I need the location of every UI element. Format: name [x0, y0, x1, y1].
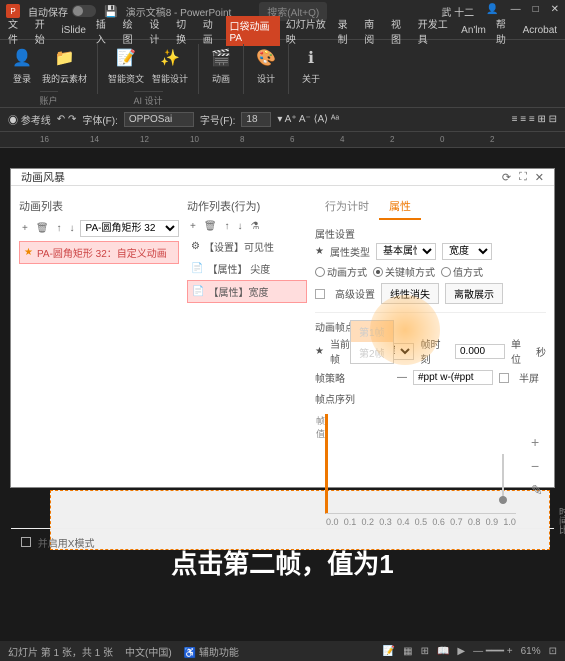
tab-props[interactable]: 属性	[379, 194, 421, 220]
view-sorter-icon[interactable]: ⊞	[421, 646, 429, 657]
dropdown-frame2[interactable]: 第2帧	[351, 342, 393, 363]
dialog-title: 动画风暴	[21, 169, 65, 185]
view-reading-icon[interactable]: 📖	[437, 646, 449, 657]
login-button[interactable]: 👤登录	[8, 44, 36, 87]
adv-checkbox[interactable]	[315, 289, 325, 299]
zoom-level[interactable]: 61%	[521, 646, 541, 657]
half-checkbox[interactable]	[499, 373, 509, 383]
linear-button[interactable]: 线性消失	[381, 283, 439, 304]
expand-icon[interactable]: ⛶	[519, 171, 527, 184]
time-ratio[interactable]: 时间比	[531, 507, 565, 534]
doc-icon: 📄	[192, 286, 204, 297]
up2-icon[interactable]: ↑	[222, 220, 233, 233]
action-visibility[interactable]: ⚙【设置】可见性	[187, 236, 307, 257]
smart-text-button[interactable]: 📝智能资文	[106, 44, 146, 87]
star-icon: ★	[315, 346, 324, 357]
frame-dropdown[interactable]: 第1帧 第2帧	[350, 320, 394, 364]
menu-insert[interactable]: 插入	[92, 14, 117, 48]
ruler: 16141210864202	[0, 132, 565, 148]
value-select[interactable]: 宽度	[442, 243, 492, 260]
slide-counter[interactable]: 幻灯片 第 1 张，共 1 张	[8, 644, 113, 659]
gear-icon: ⚙	[191, 241, 200, 252]
refresh-icon[interactable]: ⟳	[502, 171, 511, 184]
action-list-panel: 动作列表(行为) + 🗑 ↑ ↓ ⚗ ⚙【设置】可见性 📄【属性】 尖度 📄【属…	[187, 194, 307, 520]
anim-list-panel: 动画列表 + 🗑 ↑ ↓ PA-圆角矩形 32 ★ PA-圆角矩形 32：自定义…	[19, 194, 179, 520]
menu-record[interactable]: 录制	[334, 14, 359, 48]
refline-toggle[interactable]: ◉ 参考线	[8, 112, 51, 127]
anim-button[interactable]: 🎬动画	[207, 44, 235, 103]
menu-design[interactable]: 设计	[145, 14, 170, 48]
xmode-checkbox[interactable]	[21, 537, 31, 547]
design-button[interactable]: 🎨设计	[252, 44, 280, 103]
zoom-in-icon[interactable]: +	[531, 434, 565, 450]
menu-help[interactable]: 帮助	[492, 14, 517, 48]
time-input[interactable]	[455, 344, 505, 359]
font-controls[interactable]: ▾ A⁺ A⁻ ⟨A⟩ ᴬᵃ	[277, 114, 339, 125]
view-slideshow-icon[interactable]: ▶	[457, 646, 465, 657]
align-controls[interactable]: ≡ ≡ ≡ ⊞ ⊟	[512, 114, 557, 125]
down2-icon[interactable]: ↓	[235, 220, 246, 233]
value-radio[interactable]: 值方式	[441, 264, 483, 279]
slider[interactable]	[502, 454, 504, 504]
filter-icon[interactable]: ⚗	[248, 220, 263, 233]
animation-storm-dialog: 动画风暴 ⟳ ⛶ ✕ 动画列表 + 🗑 ↑ ↓ PA-圆角矩形 32 ★ PA-…	[10, 168, 555, 488]
menu-slideshow[interactable]: 幻灯片放映	[282, 14, 332, 48]
action-sharpness[interactable]: 📄【属性】 尖度	[187, 258, 307, 279]
add-action-icon[interactable]: +	[187, 220, 199, 233]
menu-islide[interactable]: iSlide	[57, 23, 89, 38]
star-icon: ★	[24, 247, 33, 258]
tab-timing[interactable]: 行为计时	[315, 194, 379, 220]
menu-draw[interactable]: 绘图	[119, 14, 144, 48]
shape-select[interactable]: PA-圆角矩形 32	[80, 220, 179, 237]
keyframe-radio[interactable]: 关键帧方式	[373, 264, 435, 279]
menu-view[interactable]: 视图	[387, 14, 412, 48]
menu-anlm[interactable]: An'lm	[457, 23, 490, 38]
mode-radio-off[interactable]: 动画方式	[315, 264, 367, 279]
menu-animation[interactable]: 动画	[199, 14, 224, 48]
up-icon[interactable]: ↑	[54, 222, 65, 235]
accessibility[interactable]: ♿ 辅助功能	[184, 644, 239, 659]
add-icon[interactable]: +	[19, 222, 31, 235]
menu-file[interactable]: 文件	[4, 14, 29, 48]
star-icon: ★	[315, 246, 324, 257]
close-icon[interactable]: ✕	[551, 4, 559, 19]
zoom-out-icon[interactable]: −	[531, 458, 565, 474]
dialog-close-icon[interactable]: ✕	[535, 171, 544, 184]
del-action-icon[interactable]: 🗑	[201, 220, 220, 233]
menu-pa[interactable]: 口袋动画 PA	[226, 16, 280, 46]
lang-indicator[interactable]: 中文(中国)	[125, 644, 172, 659]
notes-icon[interactable]: 📝	[383, 646, 395, 657]
menubar: 文件 开始 iSlide 插入 绘图 设计 切换 动画 口袋动画 PA 幻灯片放…	[0, 22, 565, 40]
dropdown-frame1[interactable]: 第1帧	[351, 321, 393, 342]
cloud-button[interactable]: 📁我的云素材	[40, 44, 89, 87]
delete-icon[interactable]: 🗑	[33, 222, 52, 235]
route-input[interactable]	[413, 370, 493, 385]
ribbon: 👤登录 📁我的云素材 账户 📝智能资文 ✨智能设计 AI 设计 🎬动画 🎨设计 …	[0, 40, 565, 108]
doc-icon: 📄	[191, 263, 203, 274]
menu-home[interactable]: 开始	[31, 14, 56, 48]
view-normal-icon[interactable]: ▦	[403, 646, 412, 657]
smart-design-button[interactable]: ✨智能设计	[150, 44, 190, 87]
action-width[interactable]: 📄【属性】宽度	[187, 280, 307, 303]
maximize-icon[interactable]: □	[533, 4, 539, 19]
keyframe-chart[interactable]: 帧值 0.00.10.20.30.40.50.60.70.80.91.0	[325, 414, 516, 514]
font-input[interactable]	[124, 112, 194, 127]
menu-dev[interactable]: 开发工具	[414, 14, 455, 48]
menu-acrobat[interactable]: Acrobat	[519, 23, 561, 38]
format-toolbar: ◉ 参考线 ↶ ↷ 字体(F): 字号(F): ▾ A⁺ A⁻ ⟨A⟩ ᴬᵃ ≡…	[0, 108, 565, 132]
anim-item[interactable]: ★ PA-圆角矩形 32：自定义动画	[19, 241, 179, 264]
down-icon[interactable]: ↓	[67, 222, 78, 235]
size-input[interactable]	[241, 112, 271, 127]
statusbar: 幻灯片 第 1 张，共 1 张 中文(中国) ♿ 辅助功能 📝 ▦ ⊞ 📖 ▶ …	[0, 641, 565, 661]
menu-transition[interactable]: 切换	[172, 14, 197, 48]
about-button[interactable]: ℹ关于	[297, 44, 325, 103]
menu-review[interactable]: 南阅	[360, 14, 385, 48]
type-select[interactable]: 基本属性	[376, 243, 436, 260]
fit-icon[interactable]: ⊡	[549, 646, 557, 657]
discrete-button[interactable]: 离散展示	[445, 283, 503, 304]
pen-icon[interactable]: ✎	[531, 482, 565, 499]
